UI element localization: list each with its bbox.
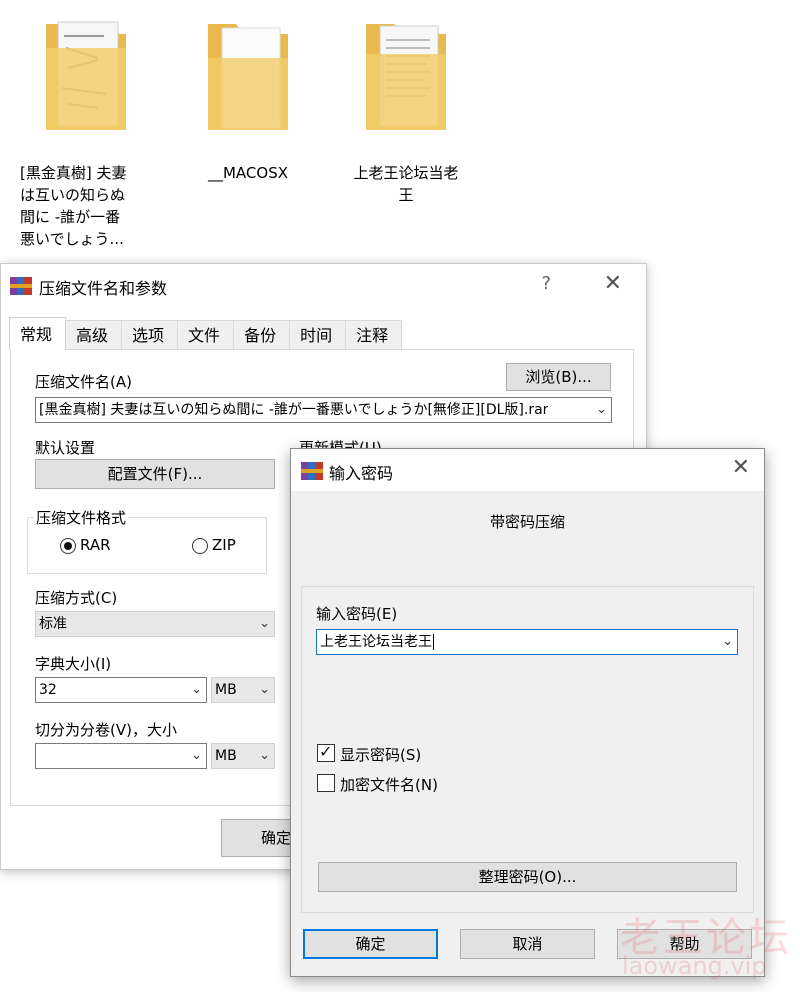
organize-passwords-button[interactable]: 整理密码(O)... (318, 862, 737, 892)
chevron-down-icon[interactable]: ⌄ (596, 398, 607, 422)
split-unit-select[interactable]: MB ⌄ (211, 743, 275, 769)
chevron-down-icon: ⌄ (259, 616, 270, 631)
browse-button[interactable]: 浏览(B)... (506, 363, 611, 391)
folder-label: __MACOSX (207, 164, 289, 182)
password-group: 输入密码(E) 上老王论坛当老王 ⌄ 显示密码(S) 加密文件名(N) 整理密码… (301, 586, 754, 913)
format-zip-radio[interactable] (192, 538, 208, 554)
close-icon[interactable]: ✕ (604, 271, 622, 296)
watermark-url: laowang.vip (622, 952, 767, 980)
tab-comment[interactable]: 注释 (345, 320, 403, 350)
folder-item-1[interactable]: [黒金真樹] 夫妻 は互いの知らぬ 間に -誰が一番 悪いでしょう... (16, 18, 156, 250)
compression-method-label: 压缩方式(C) (35, 589, 118, 607)
folder-label: 上老王论坛当老 王 (353, 164, 459, 204)
chevron-down-icon: ⌄ (259, 748, 270, 763)
help-icon[interactable]: ? (541, 273, 551, 294)
chevron-down-icon: ⌄ (191, 682, 202, 697)
tab-files[interactable]: 文件 (177, 320, 235, 350)
tab-options[interactable]: 选项 (121, 320, 179, 350)
dictionary-size-value: 32 (39, 682, 57, 698)
dictionary-unit-value: MB (215, 682, 237, 698)
chevron-down-icon[interactable]: ⌄ (722, 630, 733, 654)
show-password-label: 显示密码(S) (340, 746, 422, 764)
ok-button[interactable]: 确定 (303, 929, 438, 959)
chevron-down-icon: ⌄ (259, 682, 270, 697)
split-unit-value: MB (215, 748, 237, 764)
tab-general[interactable]: 常规 (9, 317, 67, 350)
encrypt-filenames-checkbox[interactable] (317, 774, 335, 792)
archive-name-value: [黒金真樹] 夫妻は互いの知らぬ間に -誰が一番悪いでしょうか[無修正][DL版… (39, 402, 549, 418)
dictionary-size-label: 字典大小(I) (35, 655, 112, 673)
chevron-down-icon: ⌄ (191, 748, 202, 763)
format-rar-radio[interactable] (60, 538, 76, 554)
close-icon[interactable]: ✕ (732, 455, 750, 480)
password-input[interactable]: 上老王论坛当老王 ⌄ (316, 629, 738, 655)
archive-name-input[interactable]: [黒金真樹] 夫妻は互いの知らぬ間に -誰が一番悪いでしょうか[無修正][DL版… (35, 397, 612, 423)
title-bar[interactable]: 压缩文件名和参数 ? ✕ (1, 264, 646, 306)
default-settings-label: 默认设置 (35, 439, 96, 457)
folder-label: [黒金真樹] 夫妻 は互いの知らぬ 間に -誰が一番 悪いでしょう... (20, 164, 127, 248)
password-value: 上老王论坛当老王 (320, 634, 432, 650)
winrar-icon (10, 277, 32, 295)
format-zip-label: ZIP (212, 536, 236, 554)
split-volume-label: 切分为分卷(V)，大小 (35, 721, 177, 739)
folder-icon (200, 18, 296, 136)
show-password-checkbox[interactable] (317, 742, 335, 762)
compression-method-value: 标准 (39, 616, 67, 632)
dialog-title: 输入密码 (329, 464, 394, 483)
password-heading: 带密码压缩 (490, 513, 566, 531)
split-volume-input[interactable]: ⌄ (35, 743, 207, 769)
cancel-button[interactable]: 取消 (460, 929, 595, 959)
tab-bar: 常规 高级 选项 文件 备份 时间 注释 (9, 317, 403, 350)
compression-method-select[interactable]: 标准 ⌄ (35, 611, 275, 637)
archive-name-label: 压缩文件名(A) (35, 373, 132, 391)
dictionary-size-select[interactable]: 32 ⌄ (35, 677, 207, 703)
format-rar-label: RAR (80, 536, 111, 554)
winrar-icon (301, 462, 323, 480)
password-dialog-body: 带密码压缩 输入密码(E) 上老王论坛当老王 ⌄ 显示密码(S) 加密文件名(N… (291, 491, 764, 976)
tab-time[interactable]: 时间 (289, 320, 347, 350)
password-label: 输入密码(E) (316, 605, 398, 623)
archive-format-label: 压缩文件格式 (34, 507, 129, 528)
encrypt-filenames-label: 加密文件名(N) (340, 776, 438, 794)
password-dialog: 输入密码 ✕ 带密码压缩 输入密码(E) 上老王论坛当老王 ⌄ 显示密码(S) … (290, 448, 765, 977)
profiles-button[interactable]: 配置文件(F)... (35, 459, 275, 489)
tab-backup[interactable]: 备份 (233, 320, 291, 350)
folder-item-3[interactable]: 上老王论坛当老 王 (336, 18, 476, 206)
folder-item-2[interactable]: __MACOSX (178, 18, 318, 184)
dictionary-unit-select[interactable]: MB ⌄ (211, 677, 275, 703)
title-bar[interactable]: 输入密码 ✕ (291, 449, 764, 491)
folder-icon (358, 18, 454, 136)
folder-icon (38, 18, 134, 136)
archive-format-group: 压缩文件格式 RAR ZIP (27, 507, 267, 574)
tab-advanced[interactable]: 高级 (65, 320, 123, 350)
dialog-title: 压缩文件名和参数 (39, 279, 168, 298)
